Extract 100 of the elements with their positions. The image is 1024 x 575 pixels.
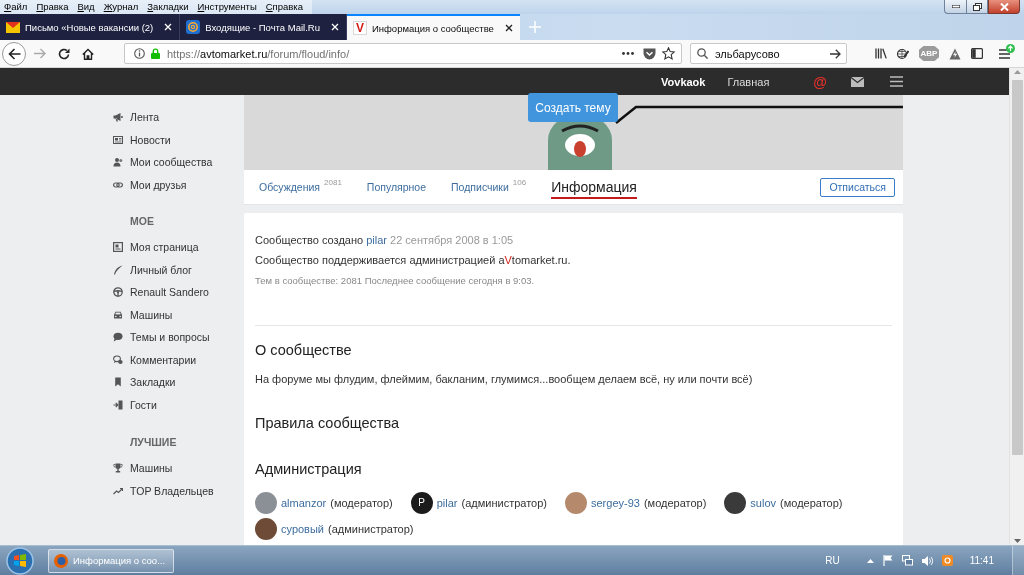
sidebar-item[interactable]: Закладки bbox=[113, 371, 176, 394]
menu-item[interactable]: Закладки bbox=[147, 0, 189, 14]
avatar-photo-placeholder bbox=[255, 518, 277, 540]
sidebar-icon[interactable] bbox=[971, 48, 983, 59]
sign-in-icon bbox=[113, 399, 123, 410]
search-field[interactable]: эльбарусово bbox=[690, 43, 847, 64]
sidebar-item[interactable]: Личный блог bbox=[113, 258, 192, 281]
scroll-down-icon[interactable] bbox=[1013, 539, 1021, 543]
sidebar-item[interactable]: Комментарии bbox=[113, 348, 197, 371]
community-tab[interactable]: Обсуждения 2081 bbox=[259, 181, 342, 193]
member-role: (модератор) bbox=[643, 497, 707, 509]
browser-tab[interactable]: V Информация о сообществе bbox=[346, 14, 520, 40]
sidebar-section-title: ЛУЧШИЕ bbox=[130, 435, 177, 450]
sidebar-item[interactable]: Темы и вопросы bbox=[113, 326, 210, 349]
author-link[interactable]: pilar bbox=[366, 234, 387, 246]
community-tab[interactable]: Информация bbox=[551, 175, 637, 199]
restore-button[interactable] bbox=[966, 0, 988, 14]
unsubscribe-button[interactable]: Отписаться bbox=[820, 177, 895, 197]
windows-orb-icon bbox=[6, 546, 34, 575]
stats-text: Тем в сообществе: 2081 Последнее сообщение сегодня в 9:03. bbox=[255, 275, 535, 287]
network-icon[interactable] bbox=[901, 555, 913, 566]
menu-item[interactable]: Файл bbox=[4, 0, 28, 14]
sidebar-item[interactable]: Машины bbox=[113, 457, 173, 480]
search-icon bbox=[697, 48, 708, 59]
community-tab[interactable]: Подписчики 106 bbox=[451, 181, 527, 193]
profile-page-icon bbox=[113, 242, 123, 253]
close-tab-icon[interactable] bbox=[504, 24, 513, 32]
section-heading: Правила сообщества bbox=[255, 414, 400, 432]
chat-bubbles-icon bbox=[113, 354, 123, 365]
tab-count: 2081 bbox=[324, 178, 342, 187]
trophy-icon bbox=[113, 463, 123, 474]
speech-bubble-icon bbox=[113, 332, 123, 343]
member-link[interactable]: pilar bbox=[436, 497, 458, 509]
created-label: Сообщество создано bbox=[255, 234, 364, 246]
back-button[interactable] bbox=[2, 41, 26, 66]
member-link[interactable]: суровый bbox=[281, 523, 324, 535]
sidebar-item[interactable]: Гости bbox=[113, 393, 157, 416]
steering-wheel-icon bbox=[113, 287, 123, 298]
reload-icon[interactable] bbox=[58, 47, 70, 60]
start-button[interactable] bbox=[4, 546, 36, 575]
speaker-icon[interactable] bbox=[921, 555, 933, 566]
sidebar-item[interactable]: TOP Владельцев bbox=[113, 479, 214, 502]
support-text: Сообщество поддерживается администрацией aVtomarket.ru. bbox=[255, 253, 571, 267]
at-sign-icon bbox=[186, 20, 201, 34]
bookmark-icon bbox=[113, 377, 123, 388]
member-role: (администратор) bbox=[461, 497, 547, 509]
member-link[interactable]: almanzor bbox=[281, 497, 327, 509]
sidebar-section-title: МОЕ bbox=[130, 214, 154, 229]
section-heading: О сообществе bbox=[255, 341, 352, 359]
tab-count: 106 bbox=[512, 178, 527, 187]
home-icon[interactable] bbox=[82, 47, 94, 60]
site-logo: V bbox=[352, 21, 367, 35]
car-icon bbox=[113, 309, 123, 320]
lightning-icon[interactable] bbox=[949, 47, 961, 60]
flag-icon[interactable] bbox=[882, 555, 893, 566]
menu-item[interactable]: Справка bbox=[265, 0, 304, 14]
feather-icon bbox=[113, 264, 123, 275]
sidebar-item[interactable]: Моя страница bbox=[113, 236, 199, 259]
globe-pencil-icon[interactable] bbox=[897, 47, 909, 60]
sidebar-item[interactable]: Машины bbox=[113, 303, 173, 326]
sidebar-item[interactable]: Мои друзья bbox=[113, 173, 187, 196]
close-button[interactable] bbox=[988, 0, 1020, 14]
menu-item[interactable]: Вид bbox=[77, 0, 95, 14]
address-bar[interactable]: https://avtomarket.ru/forum/floud/info/ bbox=[124, 43, 682, 64]
home-link[interactable]: Главная bbox=[727, 75, 770, 88]
library-icon[interactable] bbox=[875, 48, 887, 59]
sidebar-item[interactable]: Новости bbox=[113, 128, 171, 151]
browser-tab[interactable]: Входящие - Почта Mail.Ru bbox=[180, 14, 347, 40]
browser-icon bbox=[54, 553, 68, 568]
mail-icon[interactable] bbox=[851, 76, 864, 87]
menu-item[interactable]: Правка bbox=[36, 0, 69, 14]
avatar-letter: P bbox=[410, 492, 433, 514]
star-icon[interactable] bbox=[662, 47, 675, 60]
browser-tab[interactable]: Письмо «Новые вакансии (2) bbox=[0, 14, 181, 40]
menu-icon[interactable] bbox=[999, 48, 1010, 59]
avatar-photo-placeholder bbox=[255, 492, 277, 514]
about-text: На форуме мы флудим, флеймим, бакланим, глумимся...вообщем делаем всё, ну или почти всё) bbox=[255, 372, 753, 386]
community-tab[interactable]: Популярное bbox=[366, 181, 427, 193]
menu-icon[interactable] bbox=[890, 76, 903, 87]
member-role: (модератор) bbox=[780, 497, 843, 509]
section-heading: Администрация bbox=[255, 460, 362, 478]
restore-icon bbox=[972, 2, 982, 11]
menu-item[interactable]: Журнал bbox=[103, 0, 139, 14]
newspaper-icon bbox=[113, 134, 123, 145]
user-link[interactable]: Vovkaok bbox=[661, 75, 706, 88]
pocket-icon[interactable] bbox=[643, 47, 656, 60]
info-icon[interactable] bbox=[134, 48, 145, 59]
sidebar-item[interactable]: Лента bbox=[113, 106, 160, 129]
more-dots-icon[interactable] bbox=[622, 52, 634, 55]
member-role: (модератор) bbox=[330, 497, 393, 509]
sidebar-item[interactable]: Renault Sandero bbox=[113, 281, 209, 304]
lock-icon bbox=[151, 48, 160, 59]
go-arrow-icon[interactable] bbox=[830, 48, 841, 59]
member-link[interactable]: sergey-93 bbox=[591, 497, 640, 509]
member-link[interactable]: sulov bbox=[750, 497, 777, 509]
menu-item[interactable]: Инструменты bbox=[197, 0, 257, 14]
app-tray-icon[interactable] bbox=[941, 555, 953, 566]
scrollbar-thumb[interactable] bbox=[1011, 80, 1023, 455]
sidebar-item[interactable]: Мои сообщества bbox=[113, 151, 213, 174]
arrow-up-icon[interactable] bbox=[866, 558, 874, 563]
